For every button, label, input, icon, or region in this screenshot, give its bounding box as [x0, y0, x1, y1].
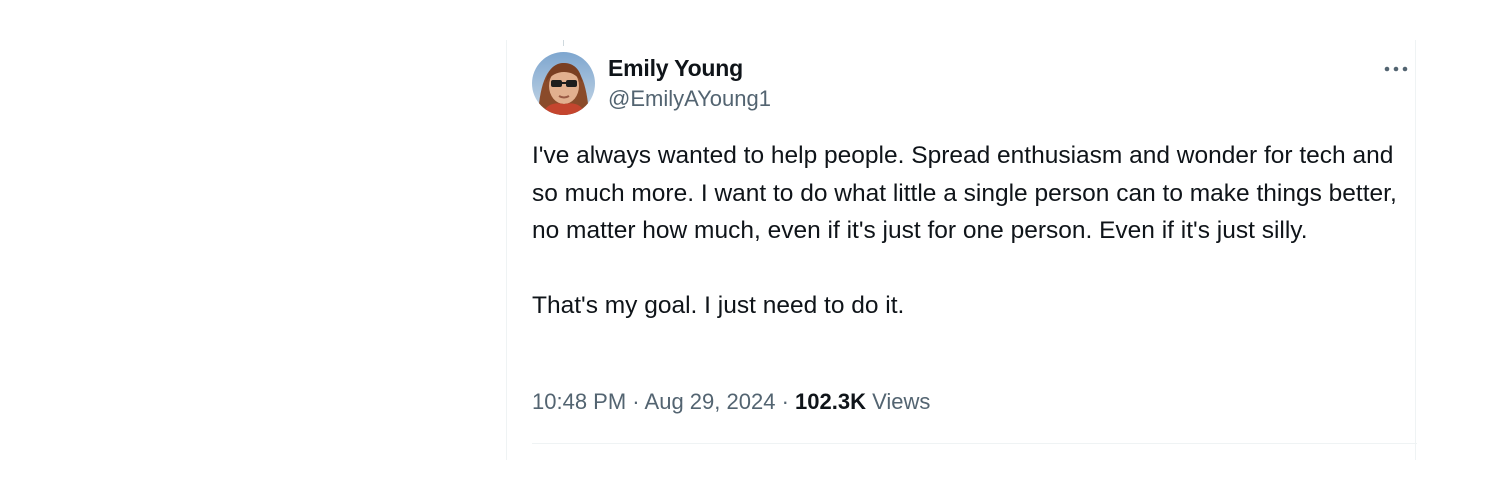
tweet-date[interactable]: Aug 29, 2024 [645, 389, 776, 414]
author-handle[interactable]: @EmilyAYoung1 [608, 85, 771, 113]
tweet-paragraph: I've always wanted to help people. Sprea… [532, 142, 1397, 244]
author-name[interactable]: Emily Young [608, 54, 771, 82]
page: Emily Young @EmilyAYoung1 I've always wa… [0, 0, 1500, 500]
thread-connector [563, 40, 564, 46]
tweet-text: I've always wanted to help people. Sprea… [532, 137, 1412, 325]
author-block: Emily Young @EmilyAYoung1 [608, 54, 771, 113]
views-count: 102.3K [795, 389, 866, 414]
divider [532, 443, 1417, 444]
tweet-card: Emily Young @EmilyAYoung1 I've always wa… [506, 40, 1417, 460]
meta-separator: · [781, 389, 789, 414]
meta-separator: · [632, 389, 640, 414]
tweet-paragraph: That's my goal. I just need to do it. [532, 292, 905, 319]
more-options-button[interactable] [1381, 54, 1411, 84]
views-label: Views [872, 389, 931, 414]
more-horizontal-icon [1384, 66, 1408, 72]
profile-photo-icon [532, 52, 595, 115]
tweet-time[interactable]: 10:48 PM [532, 389, 626, 414]
tweet-metadata: 10:48 PM · Aug 29, 2024 · 102.3K Views [532, 388, 930, 416]
avatar[interactable] [532, 52, 595, 115]
